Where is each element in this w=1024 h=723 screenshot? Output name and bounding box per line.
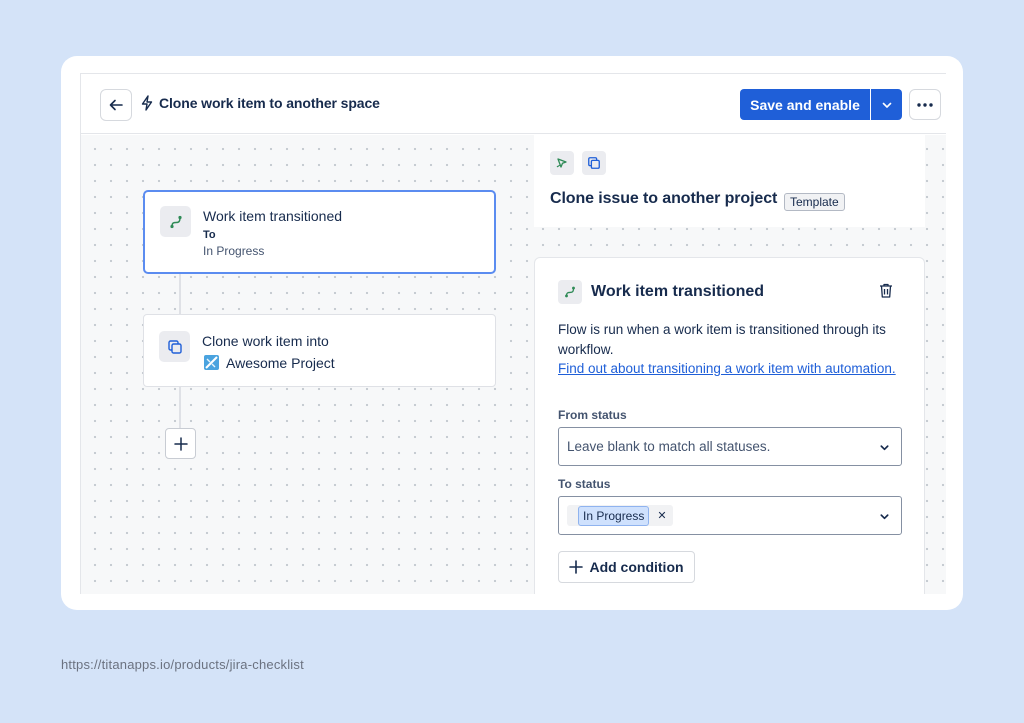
clone-icon	[588, 157, 600, 169]
trigger-config-icon	[558, 280, 582, 304]
screenshot-card: Clone work item to another space Save an…	[61, 56, 963, 610]
connector-line	[179, 387, 181, 428]
editor-header: Clone work item to another space Save an…	[81, 74, 946, 134]
project-avatar-icon	[204, 355, 219, 370]
plus-icon	[569, 560, 584, 574]
action-project-name: Awesome Project	[226, 355, 335, 371]
chevron-down-icon	[882, 102, 891, 108]
save-button-group: Save and enable	[740, 89, 902, 120]
trash-icon	[880, 283, 892, 298]
trigger-status: In Progress	[203, 244, 265, 258]
plus-icon	[173, 436, 188, 451]
trigger-title: Work item transitioned	[203, 208, 343, 224]
trigger-mini-icon[interactable]	[550, 151, 574, 175]
transition-icon	[565, 286, 575, 298]
status-chip-label: In Progress	[578, 505, 650, 526]
back-button[interactable]	[100, 89, 132, 121]
transition-icon	[169, 215, 182, 228]
source-url: https://titanapps.io/products/jira-check…	[61, 657, 304, 672]
learn-more-link[interactable]: Find out about transitioning a work item…	[558, 361, 896, 376]
template-tag: Template	[784, 193, 845, 211]
trigger-description-text: Flow is run when a work item is transiti…	[558, 322, 886, 357]
action-node-icon	[159, 331, 190, 362]
trigger-description: Flow is run when a work item is transiti…	[558, 320, 908, 379]
chevron-down-icon	[880, 445, 889, 451]
add-condition-label: Add condition	[589, 559, 684, 575]
lightning-icon	[141, 95, 153, 111]
arrow-left-icon	[109, 99, 123, 111]
action-title: Clone work item into	[202, 333, 329, 349]
save-and-enable-button[interactable]: Save and enable	[740, 89, 870, 120]
action-node[interactable]: Clone work item into Awesome Project	[143, 314, 496, 387]
to-status-label: To status	[558, 477, 611, 491]
chevron-down-icon	[880, 514, 889, 520]
to-status-select[interactable]: In Progress ✕	[558, 496, 902, 535]
more-horizontal-icon	[917, 102, 933, 107]
from-status-label: From status	[558, 408, 627, 422]
from-status-select[interactable]: Leave blank to match all statuses.	[558, 427, 902, 466]
template-title: Clone issue to another project	[550, 190, 778, 207]
trigger-to-label: To	[203, 229, 216, 241]
status-chip: In Progress ✕	[567, 505, 673, 526]
rule-details-panel: Clone issue to another project Template	[534, 135, 925, 227]
cursor-transition-icon	[556, 158, 567, 168]
delete-trigger-button[interactable]	[878, 282, 894, 304]
remove-status-icon[interactable]: ✕	[649, 509, 672, 522]
trigger-node[interactable]: Work item transitioned To In Progress	[143, 190, 496, 274]
trigger-config-title: Work item transitioned	[591, 283, 765, 300]
clone-icon	[167, 339, 182, 354]
automation-editor: Clone work item to another space Save an…	[80, 73, 946, 594]
rule-title: Clone work item to another space	[159, 95, 380, 111]
from-status-placeholder: Leave blank to match all statuses.	[567, 439, 771, 454]
trigger-config-panel: Work item transitioned Flow is run when …	[534, 257, 925, 594]
add-condition-button[interactable]: Add condition	[558, 551, 695, 583]
more-options-button[interactable]	[909, 89, 941, 120]
connector-line	[179, 274, 181, 314]
add-component-button[interactable]	[165, 428, 196, 459]
save-options-dropdown-button[interactable]	[871, 89, 902, 120]
trigger-node-icon	[160, 206, 191, 237]
clone-mini-icon[interactable]	[582, 151, 606, 175]
